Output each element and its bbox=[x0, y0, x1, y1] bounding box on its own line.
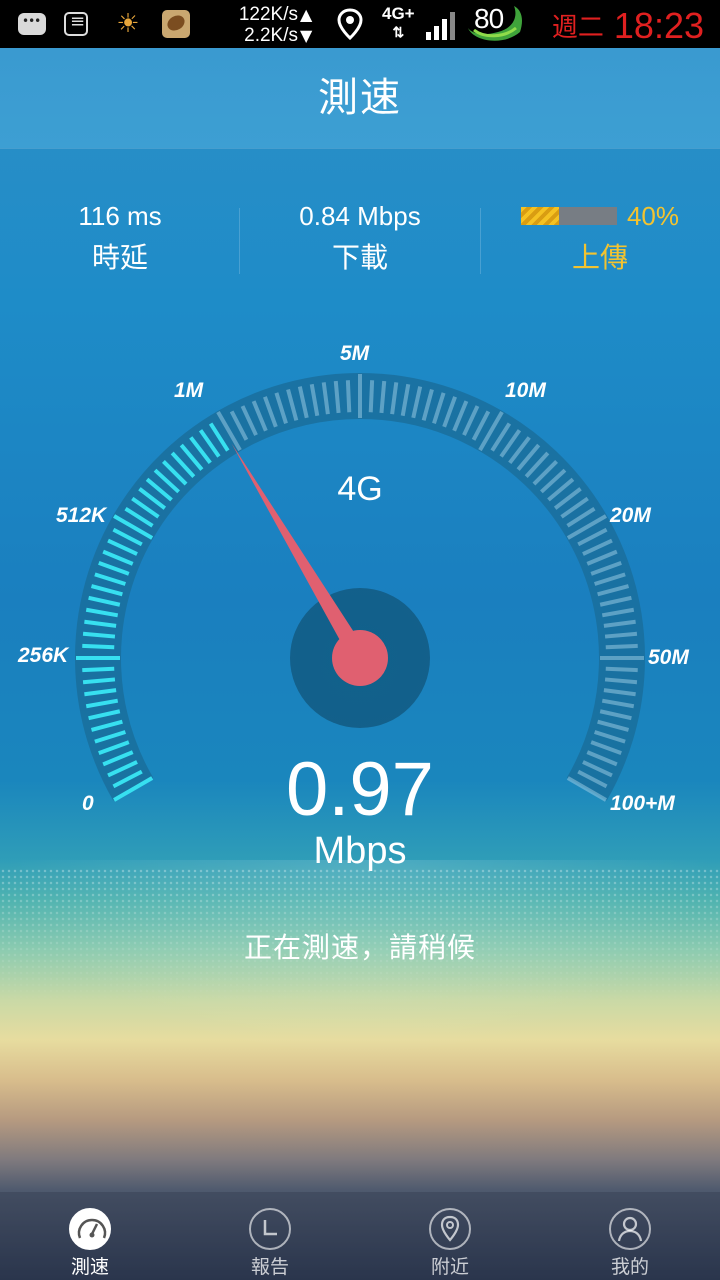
gauge-tick bbox=[368, 380, 375, 413]
nav-tab-speedtest[interactable]: 測速 bbox=[0, 1192, 180, 1280]
upload-progress-fill bbox=[520, 207, 560, 225]
upload-label: 上傳 bbox=[571, 241, 628, 274]
upload-percent: 40% bbox=[626, 200, 680, 231]
speed-stats: 116 ms 時延 0.84 Mbps 下載 40% 上傳 bbox=[0, 196, 720, 284]
nav-tab-nearby[interactable]: 附近 bbox=[360, 1192, 540, 1280]
upload-progress-row: 40% bbox=[480, 196, 720, 236]
nav-label: 附近 bbox=[430, 1256, 469, 1278]
profile-icon bbox=[609, 1208, 651, 1250]
network-type-label: 4G bbox=[337, 470, 383, 508]
weekday: 週二 bbox=[551, 12, 604, 42]
page-title: 測速 bbox=[318, 75, 402, 121]
upload-stat: 40% 上傳 bbox=[480, 196, 720, 280]
download-rate: 122K/s bbox=[238, 4, 298, 25]
current-speed-value: 0.97 bbox=[286, 747, 434, 832]
gauge-ticks bbox=[76, 374, 644, 802]
gauge-tick bbox=[82, 643, 115, 650]
gauge-tick bbox=[604, 631, 638, 639]
scale-label-1m: 1M bbox=[174, 379, 204, 402]
weather-sun-icon: ☀ bbox=[116, 9, 140, 39]
latency-stat: 116 ms 時延 bbox=[0, 196, 240, 280]
gauge-tick bbox=[605, 643, 638, 650]
speed-gauge: 0 256K 512K 1M 5M 10M 20M 50M 100+M 4G 0… bbox=[0, 330, 720, 872]
gauge-tick bbox=[604, 677, 638, 685]
scale-label-512k: 512K bbox=[56, 504, 107, 527]
download-stat: 0.84 Mbps 下載 bbox=[240, 196, 480, 280]
battery-level: 80 bbox=[474, 3, 504, 34]
network-type-indicator: 4G+ ⇅ bbox=[382, 4, 415, 40]
nav-tab-report[interactable]: 報告 bbox=[180, 1192, 360, 1280]
gauge-tick bbox=[333, 380, 341, 414]
upload-progress-bar bbox=[520, 207, 617, 225]
speedometer-icon bbox=[69, 1208, 111, 1250]
scale-label-10m: 10M bbox=[505, 379, 546, 402]
network-type-text: 4G+ bbox=[382, 4, 415, 23]
nav-label: 報告 bbox=[250, 1256, 289, 1278]
up-down-arrows-icon: ▲ ▼ bbox=[300, 5, 313, 45]
download-label: 下載 bbox=[331, 241, 388, 274]
gauge-tick bbox=[345, 380, 352, 413]
scale-label-20m: 20M bbox=[610, 504, 651, 527]
gauge-tick bbox=[82, 631, 116, 639]
download-value: 0.84 Mbps bbox=[299, 201, 421, 231]
clock: 週二 18:23 bbox=[552, 6, 704, 49]
testing-status-message: 正在測速，請稍候 bbox=[243, 931, 476, 964]
gauge-tick bbox=[82, 677, 116, 685]
title-bar: 測速 bbox=[0, 48, 720, 148]
network-speed-readout: 122K/s 2.2K/s bbox=[228, 4, 298, 46]
scale-label-256k: 256K bbox=[18, 644, 69, 667]
message-notification-icon bbox=[18, 13, 46, 35]
nav-label: 測速 bbox=[70, 1256, 109, 1278]
gauge-tick bbox=[82, 666, 115, 673]
app-notification-icon bbox=[162, 10, 190, 38]
current-speed-unit: Mbps bbox=[313, 830, 407, 872]
bottom-navigation: 測速 報告 附近 我的 bbox=[0, 1192, 720, 1280]
data-arrows-icon: ⇅ bbox=[392, 24, 405, 40]
location-pin-icon bbox=[429, 1208, 471, 1250]
upload-rate: 2.2K/s bbox=[244, 25, 298, 46]
gauge-needle-hub bbox=[332, 630, 388, 686]
report-clock-icon bbox=[249, 1208, 291, 1250]
location-icon bbox=[337, 8, 363, 40]
scale-label-5m: 5M bbox=[340, 342, 370, 365]
gauge-tick bbox=[379, 380, 387, 414]
latency-label: 時延 bbox=[91, 241, 148, 274]
gauge-tick bbox=[605, 666, 638, 673]
nav-label: 我的 bbox=[610, 1256, 649, 1278]
signal-strength-icon bbox=[426, 12, 455, 40]
latency-value: 116 ms bbox=[78, 201, 162, 231]
scale-label-100m: 100+M bbox=[610, 792, 675, 815]
scale-label-50m: 50M bbox=[648, 646, 689, 669]
nav-tab-profile[interactable]: 我的 bbox=[540, 1192, 720, 1280]
status-bar: ☀ 122K/s 2.2K/s ▲▼ 4G+ ⇅ 80 週二 18:23 bbox=[0, 0, 720, 48]
list-notification-icon bbox=[64, 11, 88, 36]
time: 18:23 bbox=[613, 5, 704, 46]
scale-label-0: 0 bbox=[82, 792, 94, 815]
